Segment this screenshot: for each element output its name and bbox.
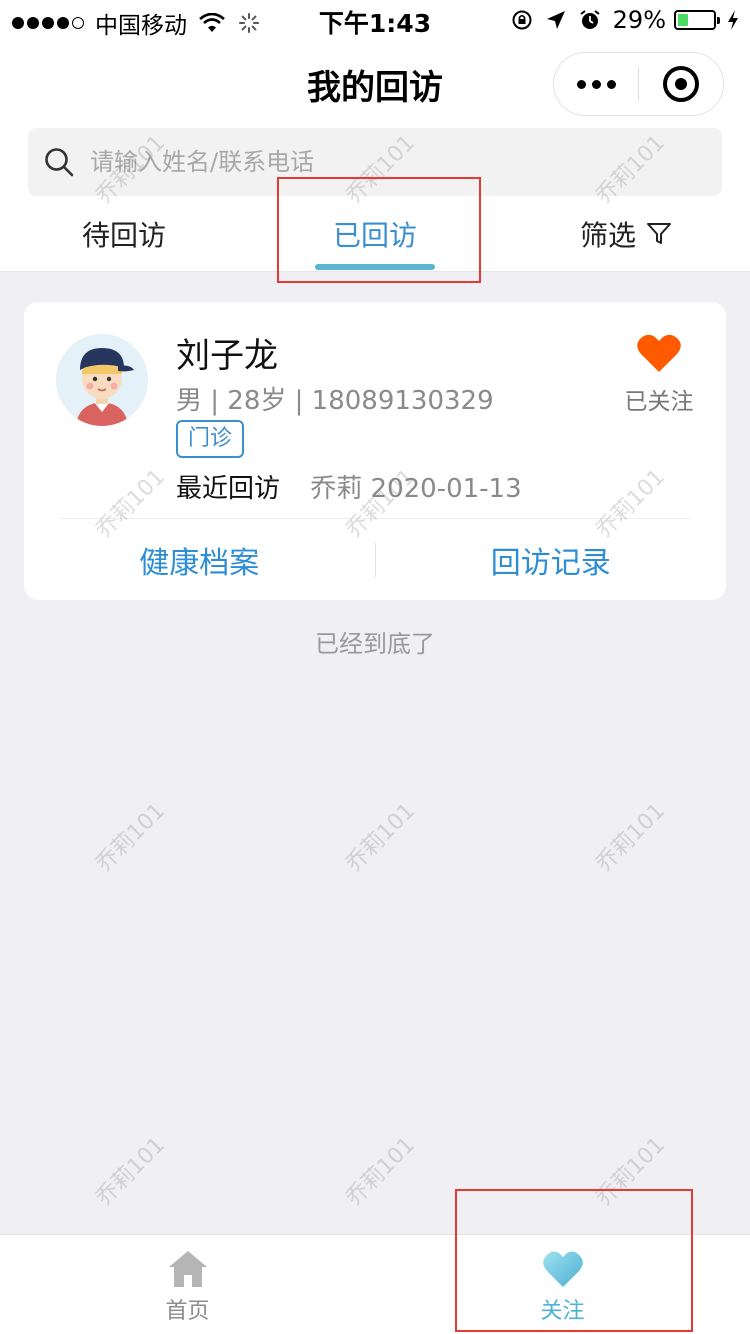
nav-home[interactable]: 首页 bbox=[0, 1235, 375, 1334]
search-icon bbox=[45, 148, 74, 177]
more-dots-icon bbox=[576, 79, 586, 89]
health-record-button[interactable]: 健康档案 bbox=[24, 538, 375, 582]
tab-pending[interactable]: 待回访 bbox=[82, 214, 166, 254]
watermark: 乔莉101 bbox=[91, 798, 171, 878]
filter-button[interactable]: 筛选 bbox=[580, 214, 672, 254]
filter-icon bbox=[647, 223, 672, 244]
more-button[interactable] bbox=[554, 53, 638, 115]
app-screen: 中国移动 下午1:43 29% 我的回访 请输入姓名/联系电话 待回访 已回访 … bbox=[0, 0, 750, 1334]
charging-icon bbox=[728, 10, 738, 30]
last-visit-label: 最近回访 bbox=[176, 474, 281, 504]
last-visit-value: 乔莉 2020-01-13 bbox=[310, 474, 522, 504]
close-mini-program-button[interactable] bbox=[639, 53, 723, 115]
follow-status: 已关注 bbox=[624, 389, 694, 415]
patient-info: 男 | 28岁 | 18089130329 bbox=[176, 386, 494, 416]
heart-icon bbox=[637, 334, 681, 372]
rotation-lock-icon bbox=[512, 10, 532, 30]
alarm-icon bbox=[580, 10, 600, 29]
battery-icon bbox=[674, 10, 720, 30]
nav-home-label: 首页 bbox=[165, 1299, 210, 1324]
boy-avatar-icon bbox=[56, 334, 148, 426]
watermark: 乔莉101 bbox=[341, 1132, 421, 1212]
last-visit-row: 最近回访 乔莉 2020-01-13 bbox=[176, 468, 522, 505]
patient-card[interactable]: 刘子龙 男 | 28岁 | 18089130329 门诊 最近回访 乔莉 202… bbox=[24, 302, 726, 600]
annotation-box bbox=[455, 1189, 693, 1332]
patient-name: 刘子龙 bbox=[176, 336, 278, 376]
home-icon bbox=[168, 1251, 207, 1287]
watermark: 乔莉101 bbox=[91, 1132, 171, 1212]
mini-program-capsule bbox=[553, 52, 724, 116]
annotation-box bbox=[277, 177, 481, 283]
target-icon bbox=[662, 66, 699, 102]
card-actions: 健康档案 回访记录 bbox=[24, 519, 726, 600]
status-bar: 中国移动 下午1:43 29% bbox=[0, 0, 750, 40]
watermark: 乔莉101 bbox=[341, 798, 421, 878]
nav-bar: 我的回访 bbox=[0, 40, 750, 128]
follow-toggle[interactable]: 已关注 bbox=[614, 332, 704, 416]
battery-percent: 29% bbox=[612, 6, 666, 34]
list-end-text: 已经到底了 bbox=[315, 630, 435, 658]
visit-type-tag: 门诊 bbox=[176, 420, 245, 458]
patient-avatar bbox=[56, 334, 148, 426]
watermark: 乔莉101 bbox=[591, 798, 671, 878]
filter-label: 筛选 bbox=[580, 219, 637, 252]
location-icon bbox=[546, 11, 565, 29]
status-right: 29% bbox=[511, 6, 740, 34]
visit-record-button[interactable]: 回访记录 bbox=[376, 538, 727, 582]
